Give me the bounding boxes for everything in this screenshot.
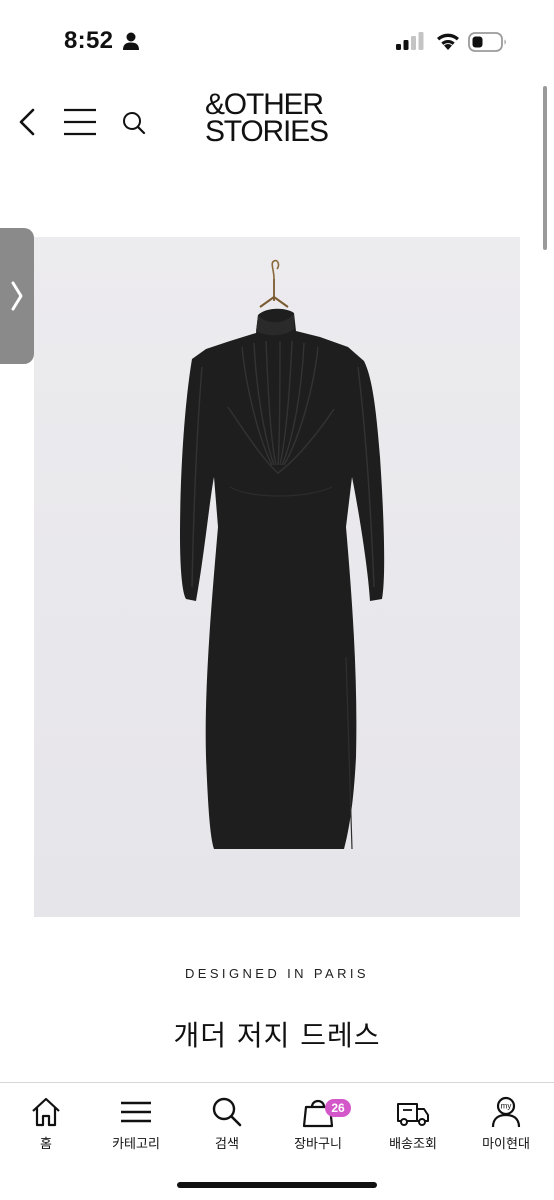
product-title: 개더 저지 드레스 xyxy=(173,1019,381,1052)
nav-category-label: 카테고리 xyxy=(112,1137,160,1152)
hamburger-menu-icon xyxy=(64,108,96,136)
battery-icon xyxy=(468,32,506,52)
dress-illustration xyxy=(180,259,385,850)
nav-home-label: 홈 xyxy=(40,1137,52,1152)
status-bar: 8:52 xyxy=(0,0,554,80)
back-button[interactable] xyxy=(12,102,46,142)
nav-cart[interactable]: 26 장바구니 xyxy=(272,1095,364,1163)
brand-logo-line2: STORIES xyxy=(205,115,329,148)
nav-my-page-label: 마이현대 xyxy=(482,1137,530,1152)
nav-category[interactable]: 카테고리 xyxy=(90,1095,182,1163)
svg-text:my: my xyxy=(501,1102,512,1111)
nav-my-page[interactable]: my 마이현대 xyxy=(460,1095,552,1163)
site-header: &OTHER STORIES xyxy=(0,80,554,170)
delivery-truck-icon xyxy=(397,1103,429,1126)
nav-search-label: 검색 xyxy=(215,1137,239,1152)
brand-logo[interactable]: &OTHER STORIES xyxy=(205,88,365,148)
nav-home[interactable]: 홈 xyxy=(0,1095,92,1163)
chevron-right-icon xyxy=(11,281,23,311)
nav-delivery[interactable]: 배송조회 xyxy=(367,1095,459,1163)
my-page-person-icon: my xyxy=(491,1096,521,1128)
person-icon xyxy=(123,32,139,50)
search-button[interactable] xyxy=(118,104,152,142)
designer-tagline: DESIGNED IN PARIS xyxy=(185,966,369,981)
signal-icon xyxy=(396,32,424,50)
category-menu-icon xyxy=(121,1101,151,1123)
search-icon xyxy=(212,1097,242,1127)
search-icon xyxy=(123,112,146,135)
product-image[interactable] xyxy=(34,237,520,917)
back-chevron-icon xyxy=(19,108,35,136)
wifi-icon xyxy=(437,33,459,50)
nav-delivery-label: 배송조회 xyxy=(389,1137,437,1152)
status-time: 8:52 xyxy=(64,27,114,54)
nav-search[interactable]: 검색 xyxy=(181,1095,273,1163)
home-icon xyxy=(32,1097,60,1127)
side-drawer-tab[interactable] xyxy=(0,228,34,364)
cart-count-badge: 26 xyxy=(325,1099,351,1117)
menu-button[interactable] xyxy=(60,102,100,142)
nav-cart-label: 장바구니 xyxy=(294,1137,342,1152)
home-indicator[interactable] xyxy=(177,1182,377,1188)
brand-logo-line1: &OTHER xyxy=(205,88,324,121)
